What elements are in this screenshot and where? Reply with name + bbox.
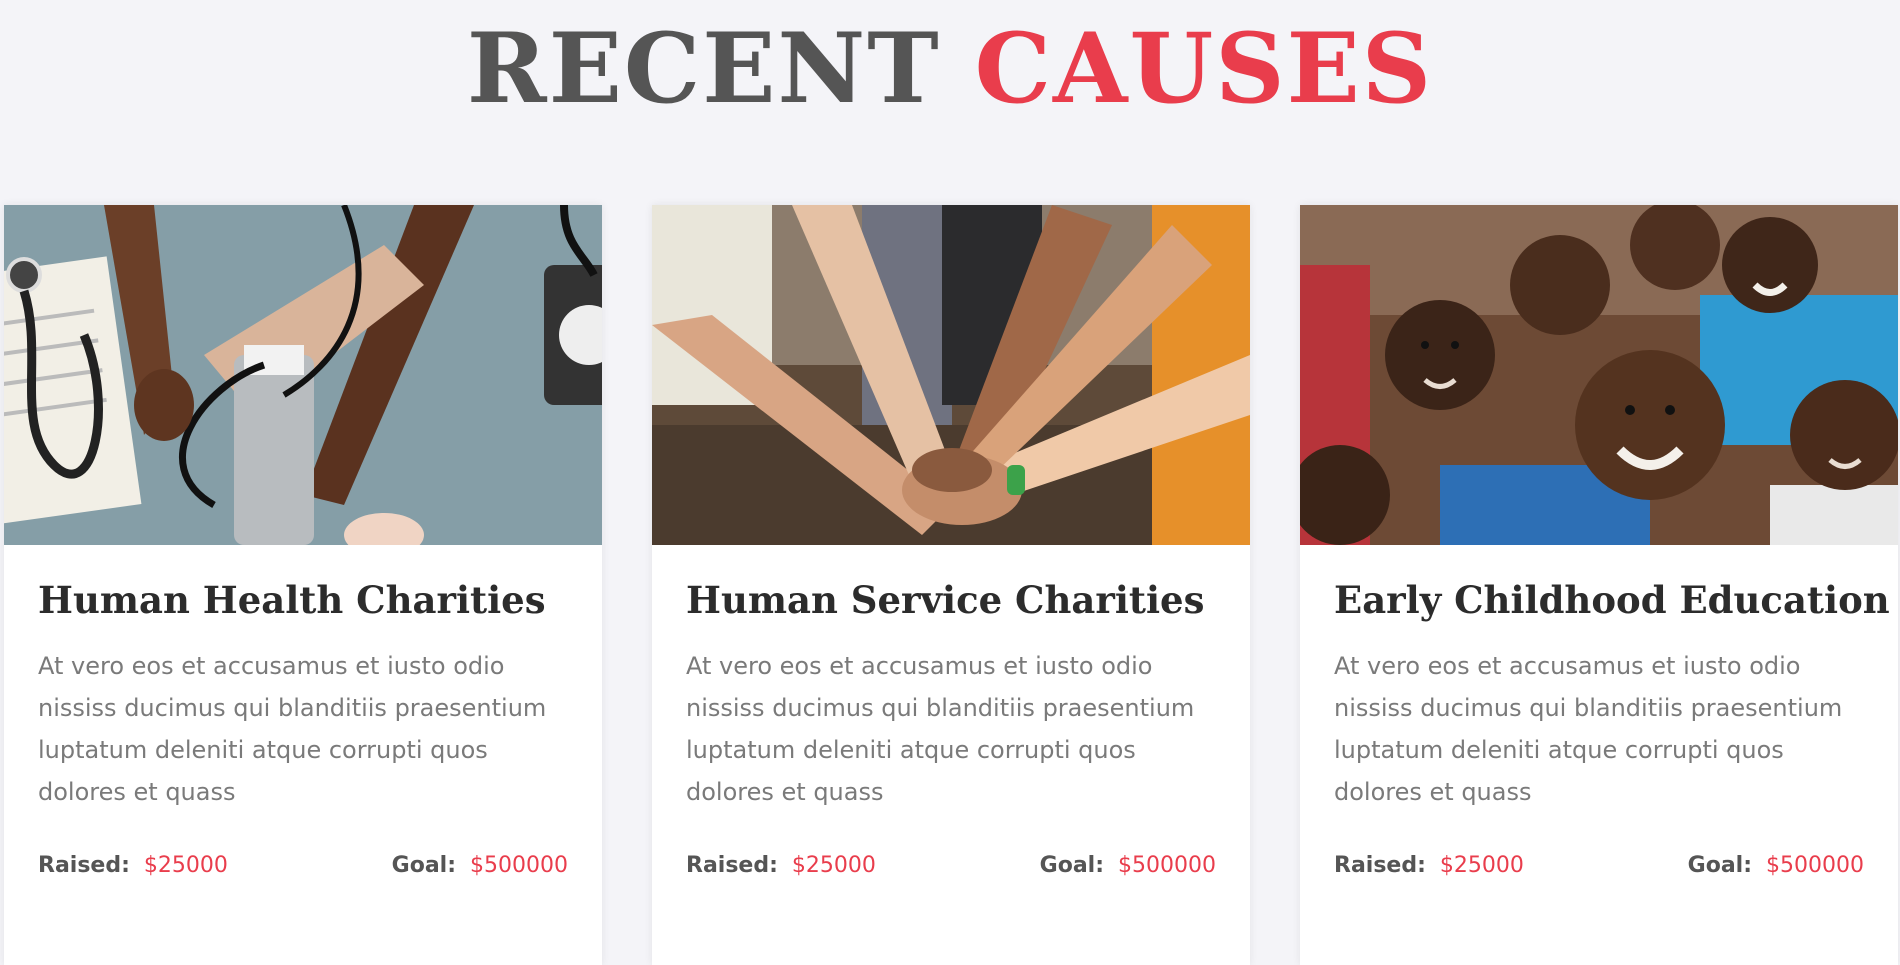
goal-value: $500000	[1766, 853, 1864, 878]
raised-value: $25000	[143, 853, 228, 878]
cause-card-early-childhood[interactable]: Early Childhood Education At vero eos et…	[1300, 205, 1898, 965]
raised-label: Raised:	[686, 853, 778, 878]
goal-info: Goal: $500000	[1040, 853, 1216, 878]
goal-label: Goal:	[391, 853, 457, 878]
cause-funding: Raised: $25000 Goal: $500000	[38, 853, 568, 878]
cause-image-health[interactable]	[4, 205, 602, 545]
cause-funding: Raised: $25000 Goal: $500000	[1334, 853, 1864, 878]
cause-card-human-service[interactable]: Human Service Charities At vero eos et a…	[652, 205, 1250, 965]
raised-label: Raised:	[1334, 853, 1426, 878]
cause-description: At vero eos et accusamus et iusto odio n…	[686, 652, 1195, 806]
goal-label: Goal:	[1687, 853, 1753, 878]
goal-value: $500000	[1118, 853, 1216, 878]
cause-title[interactable]: Human Health Charities	[38, 575, 568, 625]
goal-value: $500000	[470, 853, 568, 878]
cause-image-education[interactable]	[1300, 205, 1898, 545]
goal-info: Goal: $500000	[1688, 853, 1864, 878]
cause-funding: Raised: $25000 Goal: $500000	[686, 853, 1216, 878]
raised-value: $25000	[1439, 853, 1524, 878]
raised-label: Raised:	[38, 853, 130, 878]
raised-info: Raised: $25000	[686, 853, 876, 878]
cause-image-service[interactable]	[652, 205, 1250, 545]
section-title-accent: CAUSES	[974, 12, 1434, 125]
cause-title[interactable]: Human Service Charities	[686, 575, 1216, 625]
goal-info: Goal: $500000	[392, 853, 568, 878]
section-title-dark: RECENT	[466, 12, 941, 125]
section-title: RECENT CAUSES	[0, 14, 1900, 124]
causes-grid: Human Health Charities At vero eos et ac…	[4, 205, 1900, 965]
cause-card-human-health[interactable]: Human Health Charities At vero eos et ac…	[4, 205, 602, 965]
cause-description: At vero eos et accusamus et iusto odio n…	[1334, 652, 1843, 806]
raised-info: Raised: $25000	[1334, 853, 1524, 878]
cause-description: At vero eos et accusamus et iusto odio n…	[38, 652, 547, 806]
raised-info: Raised: $25000	[38, 853, 228, 878]
cause-title[interactable]: Early Childhood Education	[1334, 575, 1890, 625]
goal-label: Goal:	[1039, 853, 1105, 878]
raised-value: $25000	[791, 853, 876, 878]
